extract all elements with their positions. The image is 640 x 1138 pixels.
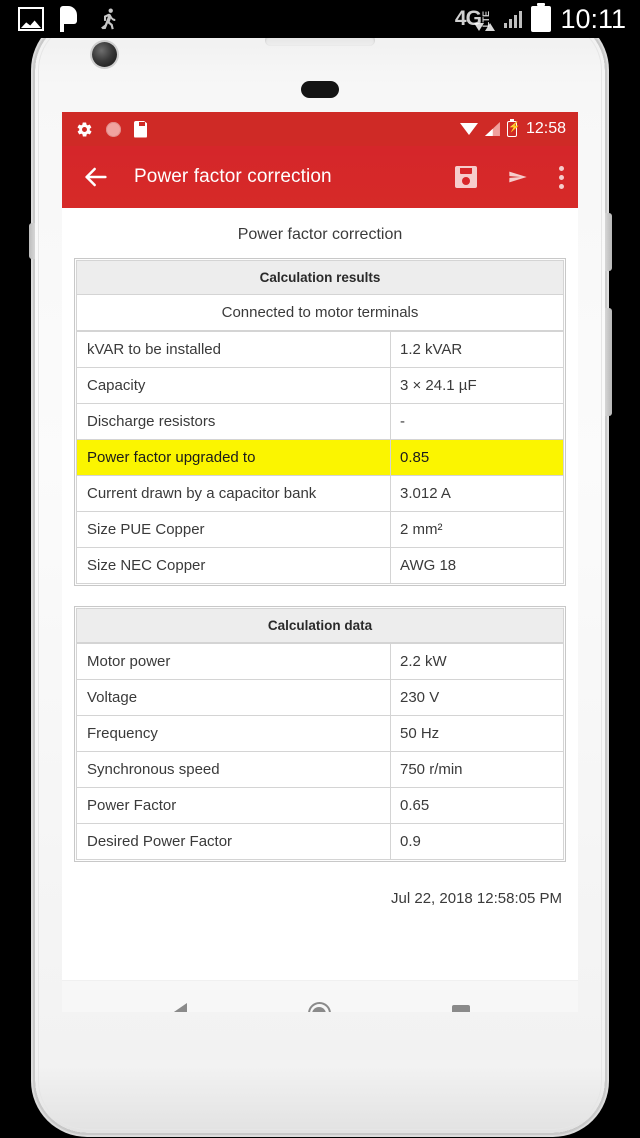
table-row-key: Capacity (77, 368, 391, 403)
table-row: Size NEC Copper AWG 18 (76, 547, 564, 584)
table-row-value: 750 r/min (400, 761, 463, 778)
calculation-data-table: Calculation data Motor power 2.2 kW Voltag… (74, 606, 566, 862)
phone-device-frame: 12:58 Power factor correction (29, 18, 612, 1133)
nav-home-icon[interactable] (307, 1002, 331, 1012)
table-row-value: 2 mm² (400, 521, 443, 538)
table-row-value: 0.65 (400, 797, 430, 814)
table-row-key: Discharge resistors (77, 404, 391, 439)
table-row: Power Factor 0.65 (76, 787, 564, 824)
table-row-key: Power factor upgraded to (77, 440, 391, 475)
signal-bars-icon (503, 10, 523, 28)
table-row-value: 3.012 A (400, 485, 451, 502)
table-row-value: 1.2 kVAR (400, 341, 463, 358)
calculation-results-table: Calculation results Connected to motor t… (74, 258, 566, 586)
table-row-value: 3 × 24.1 µF (400, 377, 477, 394)
power-button[interactable] (605, 213, 612, 271)
table-row-value: 50 Hz (400, 725, 440, 742)
app-toolbar: Power factor correction (62, 146, 578, 208)
save-icon[interactable] (455, 166, 477, 188)
cell-signal-icon (485, 122, 500, 136)
proximity-sensor (301, 81, 339, 98)
data-rows-container: Motor power 2.2 kW Voltage 230 V Frequency 50… (76, 643, 564, 860)
record-circle-icon (106, 121, 121, 137)
table-row-key: Size NEC Copper (77, 548, 391, 583)
back-arrow-icon[interactable] (80, 161, 112, 193)
nav-recents-icon[interactable] (451, 1004, 470, 1012)
table-row-key: Power Factor (77, 788, 391, 823)
gear-icon (76, 121, 93, 138)
app-clock: 12:58 (525, 120, 566, 137)
left-side-button[interactable] (29, 223, 35, 259)
data-table-header: Calculation data (76, 608, 564, 643)
host-status-right-icons: 4G LTE 10:11 (455, 3, 640, 35)
app-status-right-icons: 12:58 (459, 118, 566, 138)
sd-card-icon (134, 120, 147, 138)
table-row-key: Frequency (77, 716, 391, 751)
android-nav-bar (62, 980, 578, 1012)
table-row-key: Synchronous speed (77, 752, 391, 787)
app-status-bar: 12:58 (62, 112, 578, 146)
toolbar-actions (455, 165, 564, 189)
table-row: Frequency 50 Hz (76, 715, 564, 752)
table-row-key: kVAR to be installed (77, 332, 391, 367)
phone-screen: 12:58 Power factor correction (62, 112, 578, 1012)
data-transfer-arrows-icon (473, 23, 495, 31)
table-row-value: 230 V (400, 689, 440, 706)
table-row-key: Current drawn by a capacitor bank (77, 476, 391, 511)
runner-icon (95, 6, 121, 32)
flag-icon (60, 6, 79, 32)
results-table-subheader: Connected to motor terminals (76, 294, 564, 331)
host-status-bar: 4G LTE 10:11 (0, 0, 640, 38)
app-status-left-icons (76, 120, 147, 138)
timestamp-label: Jul 22, 2018 12:58:05 PM (391, 890, 562, 907)
volume-button[interactable] (605, 308, 612, 416)
page-title: Power factor correction (237, 226, 403, 243)
table-row-key: Voltage (77, 680, 391, 715)
toolbar-title: Power factor correction (134, 166, 332, 187)
overflow-menu-icon[interactable] (559, 165, 564, 189)
table-row-value: 2.2 kW (400, 653, 447, 670)
table-row: Synchronous speed 750 r/min (76, 751, 564, 788)
battery-icon (531, 3, 552, 32)
host-clock: 10:11 (560, 3, 626, 34)
results-table-header: Calculation results (76, 260, 564, 295)
table-row-key: Motor power (77, 644, 391, 679)
screenshot-icon (18, 7, 44, 31)
wifi-icon (459, 122, 478, 136)
table-row-value: 0.85 (400, 449, 430, 466)
results-rows-container: kVAR to be installed 1.2 kVAR Capacity 3 × … (76, 331, 564, 584)
table-row-value: 0.9 (400, 833, 421, 850)
table-row: Desired Power Factor 0.9 (76, 823, 564, 860)
front-camera (92, 42, 117, 67)
table-row-value: - (400, 413, 405, 430)
table-row: Size PUE Copper 2 mm² (76, 511, 564, 548)
table-row-key: Size PUE Copper (77, 512, 391, 547)
send-icon[interactable] (505, 166, 531, 188)
table-row: Motor power 2.2 kW (76, 643, 564, 680)
content-area: Power factor correction Calculation resu… (62, 208, 578, 980)
table-row-value: AWG 18 (400, 557, 457, 574)
table-row: kVAR to be installed 1.2 kVAR (76, 331, 564, 368)
nav-back-icon[interactable] (170, 1002, 187, 1012)
table-row: Current drawn by a capacitor bank 3.012 A (76, 475, 564, 512)
table-row: Voltage 230 V (76, 679, 564, 716)
host-status-left-icons (0, 6, 121, 32)
table-row: Capacity 3 × 24.1 µF (76, 367, 564, 404)
battery-charging-icon (506, 118, 517, 137)
table-row: Power factor upgraded to 0.85 (76, 439, 564, 476)
table-row-key: Desired Power Factor (77, 824, 391, 859)
table-row: Discharge resistors - (76, 403, 564, 440)
